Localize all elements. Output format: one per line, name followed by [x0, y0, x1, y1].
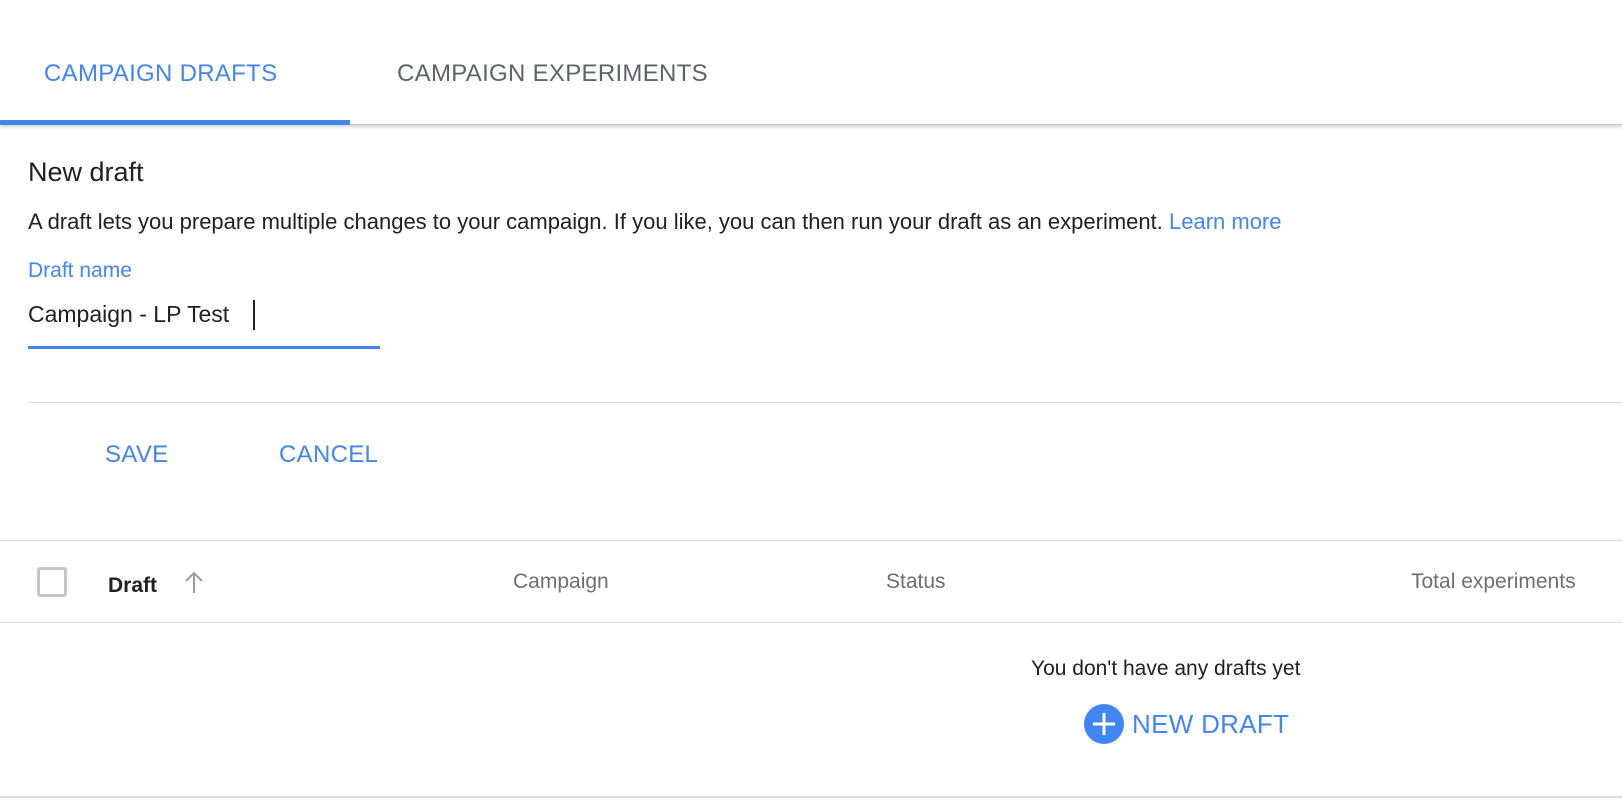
- active-tab-indicator: [0, 120, 350, 125]
- tab-campaign-experiments[interactable]: CAMPAIGN EXPERIMENTS: [397, 60, 708, 88]
- text-caret: [253, 300, 255, 330]
- tab-bar: CAMPAIGN DRAFTS CAMPAIGN EXPERIMENTS: [0, 0, 1622, 125]
- draft-name-input[interactable]: [28, 297, 380, 331]
- form-divider: [28, 402, 1622, 403]
- learn-more-link[interactable]: Learn more: [1169, 209, 1282, 234]
- new-draft-label: NEW DRAFT: [1132, 708, 1290, 739]
- form-title: New draft: [28, 157, 144, 187]
- column-header-total-experiments[interactable]: Total experiments: [1411, 570, 1576, 594]
- table-bottom-divider: [0, 796, 1622, 798]
- form-description: A draft lets you prepare multiple change…: [28, 209, 1282, 235]
- table-header-divider: [0, 622, 1622, 623]
- tab-campaign-drafts[interactable]: CAMPAIGN DRAFTS: [44, 60, 277, 88]
- sort-ascending-icon[interactable]: [182, 570, 206, 596]
- column-header-status[interactable]: Status: [886, 570, 946, 594]
- empty-state-message: You don't have any drafts yet: [1031, 657, 1301, 680]
- draft-name-label: Draft name: [28, 259, 132, 282]
- column-header-campaign[interactable]: Campaign: [513, 570, 609, 594]
- save-button[interactable]: SAVE: [105, 441, 168, 469]
- column-header-draft[interactable]: Draft: [108, 574, 157, 598]
- description-text: A draft lets you prepare multiple change…: [28, 209, 1163, 234]
- draft-name-underline: [28, 346, 380, 349]
- select-all-checkbox[interactable]: [37, 567, 67, 597]
- table-top-divider: [0, 540, 1622, 541]
- new-draft-button[interactable]: NEW DRAFT: [1084, 704, 1289, 744]
- cancel-button[interactable]: CANCEL: [279, 441, 378, 469]
- add-circle-icon: [1084, 704, 1124, 744]
